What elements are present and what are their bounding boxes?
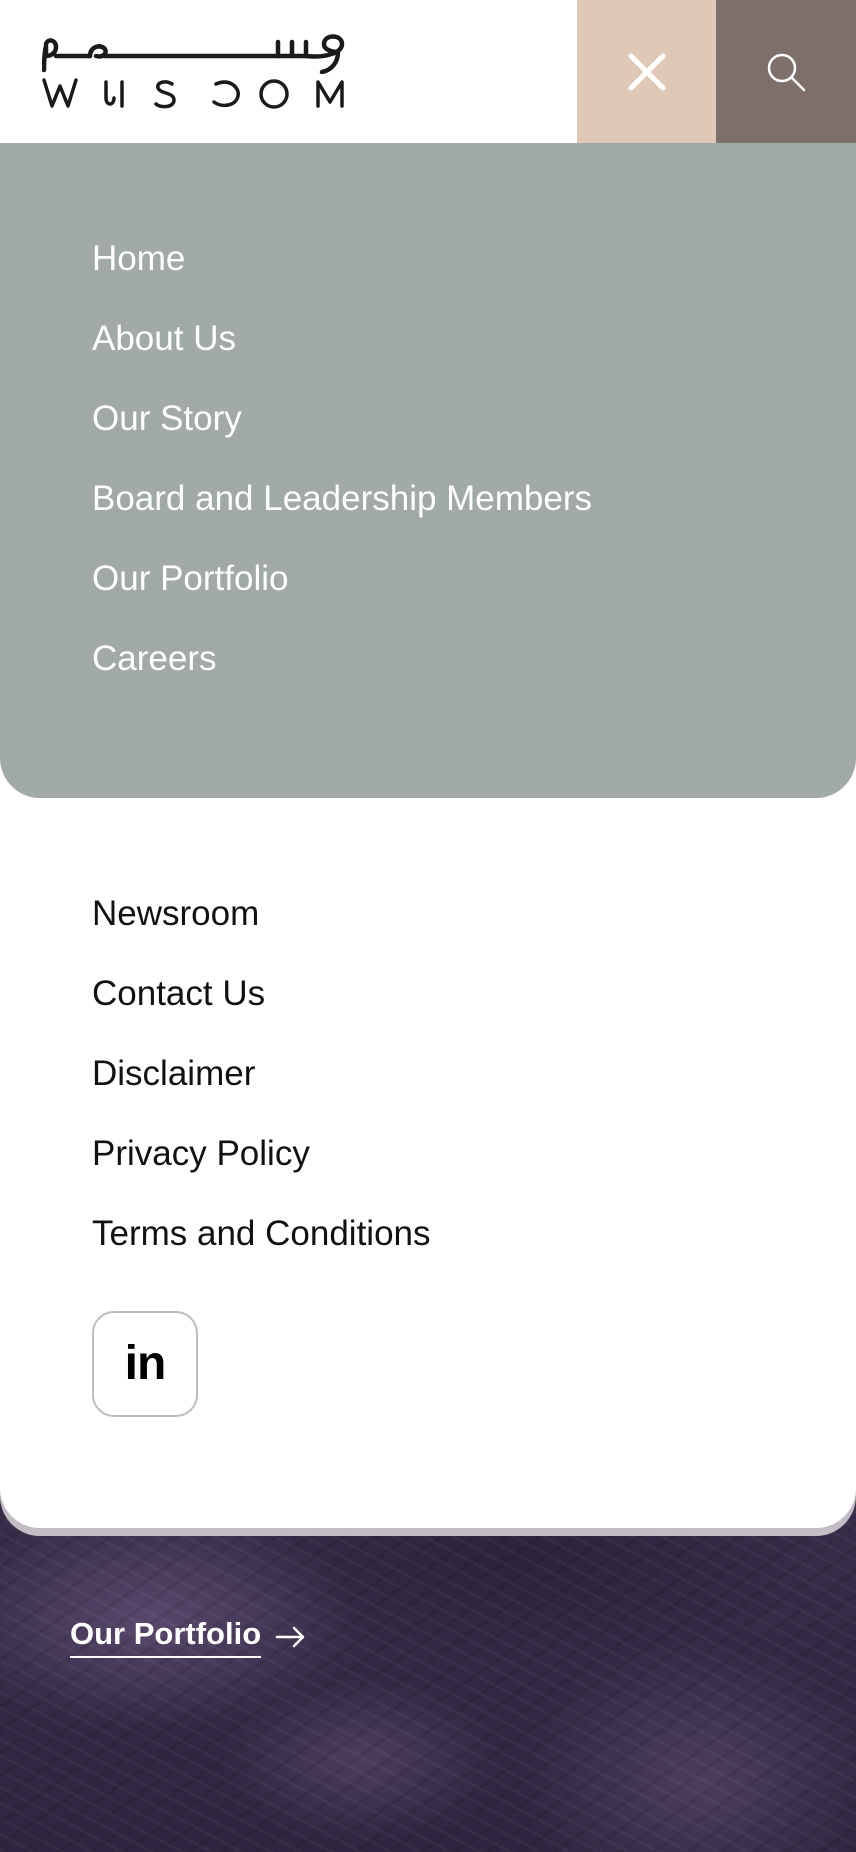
logo-latin-wordmark [42, 78, 344, 109]
our-portfolio-label: Our Portfolio [70, 1614, 262, 1658]
search-button[interactable] [716, 0, 856, 143]
primary-nav: Home About Us Our Story Board and Leader… [0, 143, 856, 798]
secondary-nav: Newsroom Contact Us Disclaimer Privacy P… [92, 888, 431, 1288]
secondary-nav-item-privacy: Privacy Policy [92, 1128, 431, 1208]
nav-link-our-portfolio[interactable]: Our Portfolio [92, 553, 288, 605]
site-header [0, 0, 856, 143]
secondary-nav-item-newsroom: Newsroom [92, 888, 431, 968]
close-icon [628, 53, 665, 90]
search-icon [767, 53, 806, 91]
linkedin-icon: in [124, 1337, 167, 1390]
primary-nav-item-home: Home [92, 233, 592, 313]
nav-link-about-us[interactable]: About Us [92, 313, 236, 365]
nav-link-terms-and-conditions[interactable]: Terms and Conditions [92, 1208, 431, 1260]
linkedin-button[interactable]: in [92, 1311, 198, 1417]
primary-nav-item-careers: Careers [92, 633, 592, 713]
primary-nav-item-our-story: Our Story [92, 393, 592, 473]
nav-link-privacy-policy[interactable]: Privacy Policy [92, 1128, 310, 1180]
close-menu-button[interactable] [577, 0, 716, 143]
primary-nav-item-board: Board and Leadership Members [92, 473, 592, 553]
nav-link-our-story[interactable]: Our Story [92, 393, 242, 445]
hero-texture [0, 1500, 856, 1852]
nav-link-home[interactable]: Home [92, 233, 185, 285]
nav-link-newsroom[interactable]: Newsroom [92, 888, 259, 940]
secondary-nav-item-contact: Contact Us [92, 968, 431, 1048]
nav-link-board-and-leadership[interactable]: Board and Leadership Members [92, 473, 592, 525]
secondary-nav-item-disclaimer: Disclaimer [92, 1048, 431, 1128]
nav-link-disclaimer[interactable]: Disclaimer [92, 1048, 255, 1100]
secondary-nav-item-terms: Terms and Conditions [92, 1208, 431, 1288]
nav-link-contact-us[interactable]: Contact Us [92, 968, 265, 1020]
primary-nav-item-portfolio: Our Portfolio [92, 553, 592, 633]
our-portfolio-link[interactable]: Our Portfolio [70, 1614, 307, 1658]
nav-link-careers[interactable]: Careers [92, 633, 216, 685]
arrow-right-icon [275, 1626, 305, 1648]
primary-nav-item-about-us: About Us [92, 313, 592, 393]
logo-arabic-wordmark [42, 34, 345, 74]
wusoom-logo[interactable] [42, 30, 354, 110]
